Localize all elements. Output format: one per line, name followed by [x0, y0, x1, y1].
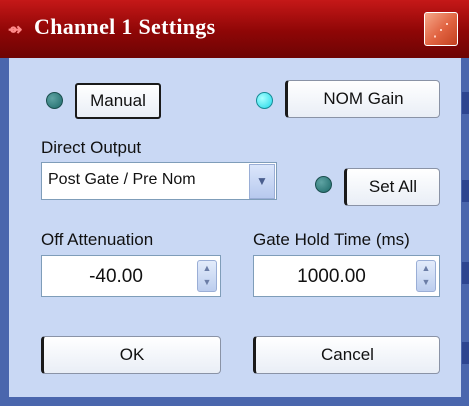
close-icon: ⋰ [432, 20, 450, 40]
off-attenuation-spinbox[interactable]: -40.00 ▲ ▼ [41, 255, 221, 297]
cancel-button[interactable]: Cancel [253, 336, 440, 374]
frame-edge [462, 342, 469, 364]
spin-arrows-icon[interactable]: ▲ ▼ [197, 260, 217, 292]
set-all-indicator-led [315, 176, 332, 193]
title-bar[interactable]: ⇴ Channel 1 Settings ⋰ [0, 0, 469, 58]
gate-hold-time-label: Gate Hold Time (ms) [253, 230, 410, 249]
frame-edge [462, 92, 469, 114]
direct-output-label: Direct Output [41, 138, 142, 157]
gate-hold-time-value: 1000.00 [297, 266, 366, 287]
chevron-down-icon[interactable]: ▼ [249, 164, 275, 199]
manual-indicator-led [46, 92, 63, 109]
nom-gain-indicator-led [256, 92, 273, 109]
frame-edge [462, 262, 469, 284]
manual-button[interactable]: Manual [75, 83, 161, 119]
settings-panel: Manual NOM Gain Direct Output Post Gate … [9, 58, 461, 397]
nom-gain-button[interactable]: NOM Gain [285, 80, 440, 118]
gate-hold-time-spinbox[interactable]: 1000.00 ▲ ▼ [253, 255, 440, 297]
ok-button[interactable]: OK [41, 336, 221, 374]
spin-arrows-icon[interactable]: ▲ ▼ [416, 260, 436, 292]
direct-output-value: Post Gate / Pre Nom [48, 171, 196, 188]
channel-settings-icon: ⇴ [8, 20, 23, 39]
channel-settings-window: ⇴ Channel 1 Settings ⋰ Manual NOM Gain D… [0, 0, 469, 406]
off-attenuation-label: Off Attenuation [41, 230, 154, 249]
set-all-button[interactable]: Set All [344, 168, 440, 206]
close-button[interactable]: ⋰ [424, 12, 458, 46]
off-attenuation-value: -40.00 [89, 266, 143, 287]
window-title: Channel 1 Settings [34, 14, 216, 39]
direct-output-select[interactable]: Post Gate / Pre Nom ▼ [41, 162, 277, 200]
frame-edge [462, 180, 469, 202]
